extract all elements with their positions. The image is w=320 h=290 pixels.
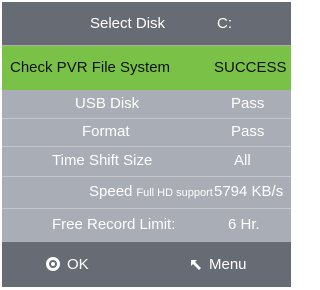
footer-bar: OK Menu xyxy=(2,242,291,287)
time-shift-label: Time Shift Size xyxy=(52,152,153,169)
speed-note: Full HD support xyxy=(136,187,213,199)
back-arrow-icon xyxy=(191,260,201,270)
check-pvr-row[interactable]: Check PVR File System SUCCESS xyxy=(2,46,291,90)
menu-label: Menu xyxy=(209,256,247,273)
format-status: Pass xyxy=(231,123,265,140)
usb-disk-row: USB Disk Pass xyxy=(2,90,291,118)
check-pvr-label: Check PVR File System xyxy=(10,59,171,76)
ok-button-icon xyxy=(46,257,60,271)
pvr-check-dialog: Select Disk C: Check PVR File System SUC… xyxy=(2,2,291,287)
speed-value: 5794 KB/s xyxy=(214,183,284,200)
free-record-limit-value: 6 Hr. xyxy=(228,216,260,233)
time-shift-value: All xyxy=(234,152,251,169)
format-row: Format Pass xyxy=(2,118,291,146)
speed-row: Speed Full HD support 5794 KB/s xyxy=(2,176,291,208)
free-record-limit-row: Free Record Limit: 6 Hr. xyxy=(2,208,291,242)
usb-disk-label: USB Disk xyxy=(75,95,140,112)
select-disk-value: C: xyxy=(217,15,232,32)
free-record-limit-label: Free Record Limit: xyxy=(52,216,176,233)
menu-hint[interactable]: Menu xyxy=(189,242,247,287)
ok-label: OK xyxy=(67,256,89,273)
select-disk-label: Select Disk xyxy=(90,15,166,32)
time-shift-row: Time Shift Size All xyxy=(2,146,291,176)
ok-hint[interactable]: OK xyxy=(46,242,89,287)
usb-disk-status: Pass xyxy=(231,95,265,112)
speed-title: Speed xyxy=(89,183,133,200)
format-label: Format xyxy=(82,123,130,140)
select-disk-row[interactable]: Select Disk C: xyxy=(2,2,291,45)
speed-label: Speed Full HD support xyxy=(89,176,213,209)
check-pvr-status: SUCCESS xyxy=(214,59,287,76)
